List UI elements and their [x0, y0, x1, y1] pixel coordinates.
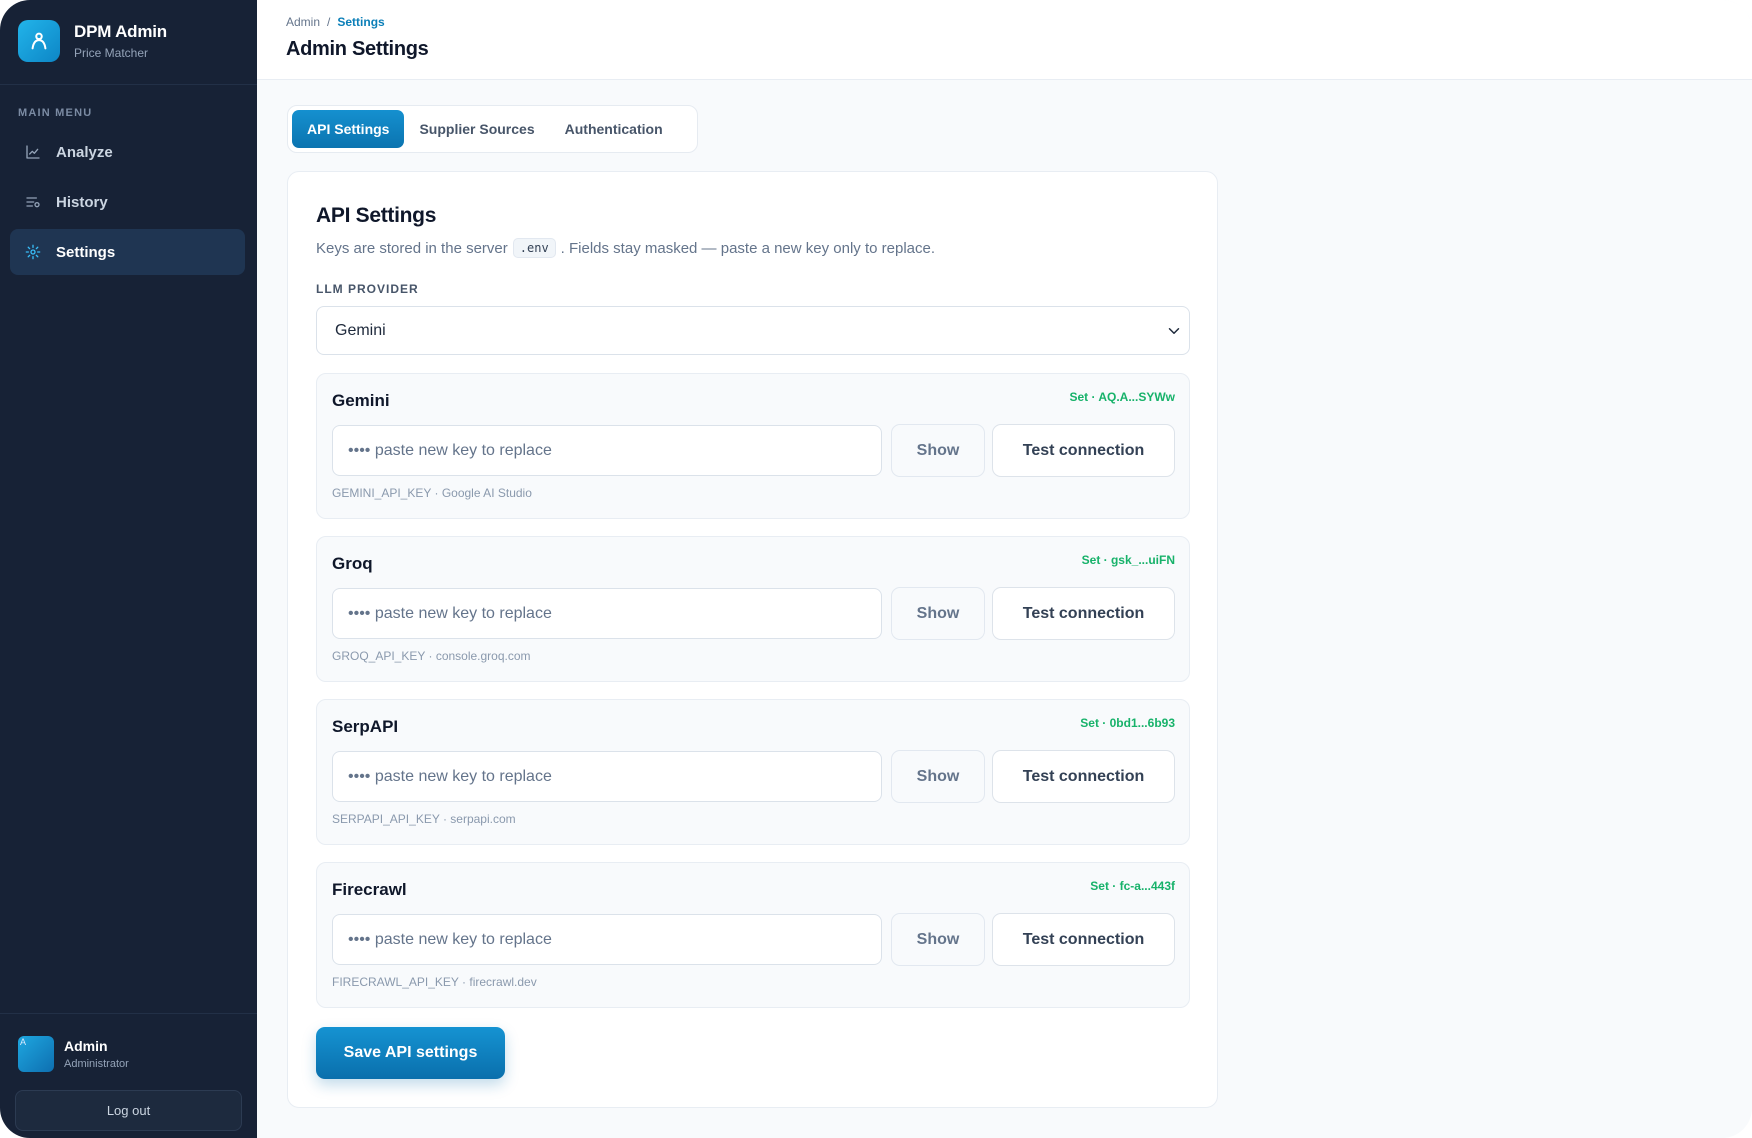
- brand[interactable]: DPM Admin Price Matcher: [18, 20, 167, 62]
- menu-section-label: MAIN MENU: [18, 107, 93, 119]
- avatar-letter: A: [20, 1037, 27, 1047]
- test-connection-button[interactable]: Test connection: [992, 587, 1175, 640]
- select-value: Gemini: [335, 321, 386, 339]
- app-window: DPM Admin Price Matcher MAIN MENU Analyz…: [0, 0, 1752, 1138]
- provider-card-groq: Groq Set · gsk_...uiFN Show Test connect…: [316, 536, 1190, 682]
- test-connection-button[interactable]: Test connection: [992, 424, 1175, 477]
- breadcrumb: Admin / Settings: [286, 15, 385, 29]
- brand-subtitle: Price Matcher: [74, 46, 149, 60]
- status-badge: Set · 0bd1...6b93: [1080, 716, 1175, 730]
- user-name: Admin: [64, 1038, 108, 1054]
- status-badge: Set · AQ.A...SYWw: [1069, 390, 1175, 404]
- sidebar-item-history[interactable]: History: [10, 179, 245, 225]
- tab-supplier-sources[interactable]: Supplier Sources: [404, 110, 549, 148]
- provider-hint: GEMINI_API_KEY · Google AI Studio: [332, 486, 532, 500]
- api-key-input[interactable]: [332, 425, 882, 476]
- divider: [0, 84, 257, 85]
- tab-authentication[interactable]: Authentication: [550, 110, 678, 148]
- sidebar-item-label: History: [56, 193, 108, 211]
- test-connection-button[interactable]: Test connection: [992, 750, 1175, 803]
- sidebar: DPM Admin Price Matcher MAIN MENU Analyz…: [0, 0, 257, 1138]
- show-key-button[interactable]: Show: [891, 913, 985, 966]
- provider-name: Groq: [332, 554, 373, 573]
- page-header: Admin / Settings Admin Settings: [257, 0, 1752, 80]
- gear-icon: [24, 243, 42, 261]
- brand-title: DPM Admin: [74, 22, 167, 41]
- provider-hint: FIRECRAWL_API_KEY · firecrawl.dev: [332, 975, 537, 989]
- provider-card-serpapi: SerpAPI Set · 0bd1...6b93 Show Test conn…: [316, 699, 1190, 845]
- llm-provider-select[interactable]: Gemini: [316, 306, 1190, 355]
- user-profile[interactable]: A Admin Administrator: [18, 1036, 129, 1072]
- sidebar-item-analyze[interactable]: Analyze: [10, 129, 245, 175]
- test-connection-button[interactable]: Test connection: [992, 913, 1175, 966]
- sidebar-item-label: Settings: [56, 243, 116, 261]
- api-key-input[interactable]: [332, 914, 882, 965]
- user-role: Administrator: [64, 1058, 129, 1070]
- sidebar-item-label: Analyze: [56, 143, 113, 161]
- user-arch-icon: [18, 20, 60, 62]
- show-key-button[interactable]: Show: [891, 424, 985, 477]
- logout-button[interactable]: Log out: [15, 1090, 242, 1131]
- api-key-input[interactable]: [332, 588, 882, 639]
- card-description: Keys are stored in the server .env . Fie…: [316, 238, 935, 258]
- show-key-button[interactable]: Show: [891, 750, 985, 803]
- chevron-down-icon: [1168, 328, 1180, 334]
- api-key-input[interactable]: [332, 751, 882, 802]
- provider-hint: SERPAPI_API_KEY · serpapi.com: [332, 812, 516, 826]
- api-settings-card: API Settings Keys are stored in the serv…: [287, 171, 1218, 1108]
- sidebar-item-settings[interactable]: Settings: [10, 229, 245, 275]
- provider-hint: GROQ_API_KEY · console.groq.com: [332, 649, 531, 663]
- status-badge: Set · fc-a...443f: [1090, 879, 1175, 893]
- avatar: A: [18, 1036, 54, 1072]
- breadcrumb-separator: /: [327, 15, 331, 29]
- page-title: Admin Settings: [286, 38, 429, 60]
- provider-name: SerpAPI: [332, 717, 399, 736]
- breadcrumb-settings: Settings: [337, 15, 385, 29]
- provider-name: Gemini: [332, 391, 390, 410]
- breadcrumb-admin[interactable]: Admin: [286, 15, 320, 29]
- env-code-chip: .env: [512, 238, 556, 258]
- chart-line-icon: [24, 143, 42, 161]
- history-list-icon: [24, 193, 42, 211]
- provider-name: Firecrawl: [332, 880, 407, 899]
- show-key-button[interactable]: Show: [891, 587, 985, 640]
- card-title: API Settings: [316, 204, 437, 227]
- llm-provider-label: LLM PROVIDER: [316, 282, 419, 296]
- save-api-settings-button[interactable]: Save API settings: [316, 1027, 505, 1079]
- provider-card-firecrawl: Firecrawl Set · fc-a...443f Show Test co…: [316, 862, 1190, 1008]
- provider-card-gemini: Gemini Set · AQ.A...SYWw Show Test conne…: [316, 373, 1190, 519]
- divider: [0, 1013, 257, 1014]
- desc-text: . Fields stay masked — paste a new key o…: [560, 239, 936, 257]
- settings-tabs: API Settings Supplier Sources Authentica…: [287, 105, 698, 153]
- status-badge: Set · gsk_...uiFN: [1081, 553, 1175, 567]
- tab-api-settings[interactable]: API Settings: [292, 110, 405, 148]
- desc-text: Keys are stored in the server: [316, 239, 508, 257]
